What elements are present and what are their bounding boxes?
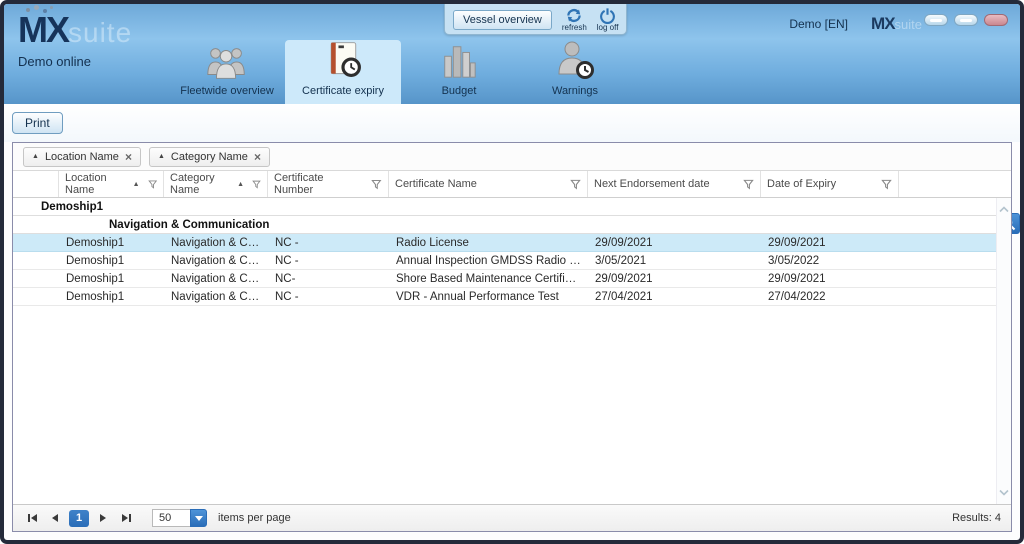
next-page-icon (100, 514, 106, 522)
next-page-button[interactable] (94, 509, 112, 527)
grouping-bar: ▲ Location Name × ▲ Category Name × (13, 143, 1011, 171)
environment-label: Demo online (18, 54, 91, 69)
column-header-next-endorsement-date[interactable]: Next Endorsement date (588, 171, 761, 197)
column-header-trailing-empty (899, 171, 1011, 197)
first-page-icon (31, 514, 37, 522)
logo-mx: MX (18, 9, 68, 50)
tab-label: Budget (442, 85, 477, 97)
filter-icon[interactable] (148, 179, 157, 190)
filter-icon[interactable] (743, 179, 754, 190)
filter-icon[interactable] (371, 179, 382, 190)
column-header-date-of-expiry[interactable]: Date of Expiry (761, 171, 899, 197)
tab-label: Fleetwide overview (180, 85, 274, 97)
header-band: MXsuite Demo online Vessel overview refr… (4, 4, 1020, 104)
bar-chart-icon (439, 42, 479, 80)
group-row-category[interactable]: Navigation & Communication (13, 216, 1011, 234)
app-logo: MXsuite (18, 12, 132, 48)
current-page-button[interactable]: 1 (69, 510, 89, 527)
tab-fleetwide-overview[interactable]: Fleetwide overview (169, 40, 285, 104)
previous-page-button[interactable] (46, 509, 64, 527)
people-group-icon (204, 44, 250, 80)
sort-asc-icon: ▲ (237, 181, 244, 188)
remove-group-icon[interactable]: × (254, 150, 261, 164)
column-header-category-name[interactable]: Category Name ▲ (164, 171, 268, 197)
app-window: MXsuite Demo online Vessel overview refr… (0, 0, 1024, 544)
page-size-dropdown[interactable]: 50 (152, 509, 207, 527)
power-icon (599, 7, 616, 24)
previous-page-icon (52, 514, 58, 522)
tab-warnings[interactable]: Warnings (517, 40, 633, 104)
logoff-label: log off (597, 24, 619, 32)
filter-icon[interactable] (570, 179, 581, 190)
tab-label: Certificate expiry (302, 85, 384, 97)
group-row-location[interactable]: Demoship1 (13, 198, 1011, 216)
mini-logo: MXsuite (871, 14, 922, 34)
first-page-button[interactable] (23, 509, 41, 527)
maximize-button[interactable] (954, 14, 978, 26)
last-page-button[interactable] (117, 509, 135, 527)
print-button[interactable]: Print (12, 112, 63, 134)
group-chip-label: Location Name (45, 151, 119, 163)
sort-asc-icon: ▲ (158, 153, 165, 160)
column-header-certificate-number[interactable]: Certificate Number (268, 171, 389, 197)
main-tabs: Fleetwide overview Certificate expiry (169, 40, 633, 104)
top-action-panel: Vessel overview refresh log off (444, 4, 627, 35)
tab-certificate-expiry[interactable]: Certificate expiry (285, 40, 401, 104)
column-header-empty (13, 171, 59, 197)
page-size-dropdown-button[interactable] (190, 509, 207, 527)
certificates-grid: ▲ Location Name × ▲ Category Name × Loca… (12, 142, 1012, 532)
refresh-label: refresh (562, 24, 587, 32)
scroll-down-icon[interactable] (999, 489, 1009, 496)
close-button[interactable] (984, 14, 1008, 26)
column-header-row: Location Name ▲ Category Name ▲ Certific… (13, 171, 1011, 198)
results-count: Results: 4 (952, 512, 1001, 524)
grid-body: Demoship1 Navigation & Communication Dem… (13, 198, 1011, 504)
group-chip-location-name[interactable]: ▲ Location Name × (23, 147, 141, 167)
pager-bar: 1 50 items per page Results: 4 (13, 504, 1011, 531)
table-row[interactable]: Demoship1 Navigation & Comm... NC - VDR … (13, 288, 1011, 306)
window-controls (924, 14, 1008, 26)
filter-icon[interactable] (252, 179, 261, 190)
column-header-location-name[interactable]: Location Name ▲ (59, 171, 164, 197)
user-language-label: Demo [EN] (789, 17, 848, 31)
column-header-certificate-name[interactable]: Certificate Name (389, 171, 588, 197)
minimize-button[interactable] (924, 14, 948, 26)
toolbar: Print Due in 12 months (4, 104, 1020, 142)
logoff-button[interactable]: log off (597, 7, 619, 32)
filter-icon[interactable] (881, 179, 892, 190)
sort-asc-icon: ▲ (32, 153, 39, 160)
tab-label: Warnings (552, 85, 598, 97)
vessel-overview-button[interactable]: Vessel overview (453, 10, 552, 30)
vertical-scrollbar[interactable] (996, 198, 1011, 504)
table-row[interactable]: Demoship1 Navigation & Comm... NC - Annu… (13, 252, 1011, 270)
group-chip-label: Category Name (171, 151, 248, 163)
chevron-down-icon (195, 516, 203, 521)
logo-suite: suite (68, 17, 132, 48)
refresh-icon (564, 7, 584, 24)
last-page-icon (122, 514, 128, 522)
sort-asc-icon: ▲ (133, 181, 140, 188)
remove-group-icon[interactable]: × (125, 150, 132, 164)
page-size-value: 50 (152, 509, 190, 527)
scroll-up-icon[interactable] (999, 206, 1009, 213)
items-per-page-label: items per page (218, 512, 291, 524)
tab-budget[interactable]: Budget (401, 40, 517, 104)
person-clock-icon (555, 40, 595, 80)
table-row[interactable]: Demoship1 Navigation & Comm... NC- Shore… (13, 270, 1011, 288)
certificate-clock-icon (322, 40, 364, 80)
table-row[interactable]: Demoship1 Navigation & Comm... NC - Radi… (13, 234, 1011, 252)
refresh-button[interactable]: refresh (562, 7, 587, 32)
group-chip-category-name[interactable]: ▲ Category Name × (149, 147, 270, 167)
